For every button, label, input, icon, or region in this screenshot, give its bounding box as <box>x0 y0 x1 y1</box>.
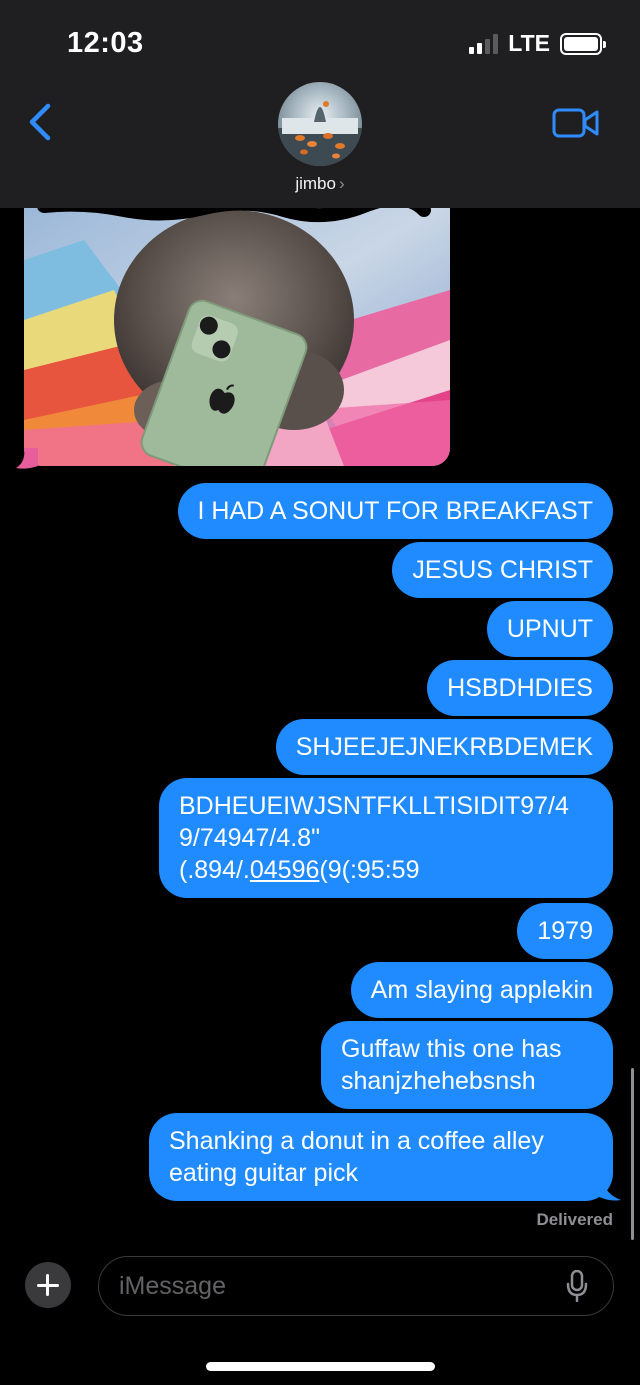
sent-message[interactable]: Guffaw this one has shanjzhehebsnsh <box>321 1021 613 1109</box>
message-text-line: Guffaw this one has <box>341 1035 562 1063</box>
message-text-line: Shanking a donut in a coffee alley <box>169 1127 544 1155</box>
message-text-line: BDHEUEIWJSNTFKLLTISIDIT97/4 <box>179 792 569 820</box>
back-chevron-icon[interactable] <box>22 100 62 144</box>
message-text-line: eating guitar pick <box>169 1159 359 1187</box>
delivered-status: Delivered <box>536 1210 613 1229</box>
signal-icon <box>469 33 499 54</box>
message-text-line: (.894/.04596(9(:95:59 <box>179 854 593 886</box>
sent-message[interactable]: Shanking a donut in a coffee alley eatin… <box>149 1113 613 1201</box>
network-type: LTE <box>508 30 550 56</box>
message-text: (.894/. <box>179 856 250 884</box>
detected-link[interactable]: 04596 <box>250 856 320 884</box>
plus-icon[interactable] <box>25 1262 71 1308</box>
home-indicator[interactable] <box>206 1362 435 1371</box>
received-image-message[interactable] <box>24 200 450 466</box>
message-text: HSBDHDIES <box>447 674 593 702</box>
battery-icon <box>560 32 606 55</box>
sent-message[interactable]: BDHEUEIWJSNTFKLLTISIDIT97/4 9/74947/4.8"… <box>159 778 613 898</box>
sent-message[interactable]: I HAD A SONUT FOR BREAKFAST <box>177 483 613 539</box>
image-bubble-tail <box>16 448 38 469</box>
status-indicators: LTE <box>469 30 606 57</box>
message-text-line: 9/74947/4.8" <box>179 824 320 852</box>
scrollbar[interactable] <box>631 1068 634 1240</box>
sent-message[interactable]: SHJEEJEJNEKRBDEMEK <box>275 719 613 775</box>
contact-name[interactable]: jimbo › <box>0 174 640 194</box>
sent-message[interactable]: 1979 <box>517 903 613 959</box>
message-text: SHJEEJEJNEKRBDEMEK <box>295 733 593 761</box>
message-text-line: shanjzhehebsnsh <box>341 1067 536 1095</box>
microphone-icon[interactable] <box>566 1270 588 1302</box>
message-text: UPNUT <box>506 615 593 643</box>
status-time: 12:03 <box>67 27 144 59</box>
chevron-right-icon: › <box>338 174 345 193</box>
message-text: I HAD A SONUT FOR BREAKFAST <box>197 497 593 525</box>
message-text: (9(:95:59 <box>319 856 420 884</box>
contact-name-label: jimbo <box>295 174 336 193</box>
sent-message[interactable]: Am slaying applekin <box>350 962 613 1018</box>
conversation-header: 12:03 LTE jimbo › <box>0 0 640 208</box>
sent-message[interactable]: UPNUT <box>486 601 613 657</box>
sent-message[interactable]: JESUS CHRIST <box>392 542 613 598</box>
message-text: 1979 <box>537 917 593 945</box>
contact-avatar[interactable] <box>278 82 362 166</box>
message-text: JESUS CHRIST <box>412 556 593 584</box>
message-text: Am slaying applekin <box>370 976 593 1004</box>
imessage-input[interactable] <box>98 1256 614 1316</box>
sent-message[interactable]: HSBDHDIES <box>427 660 613 716</box>
video-camera-icon[interactable] <box>552 106 600 140</box>
message-bubble-tail <box>597 1180 621 1201</box>
